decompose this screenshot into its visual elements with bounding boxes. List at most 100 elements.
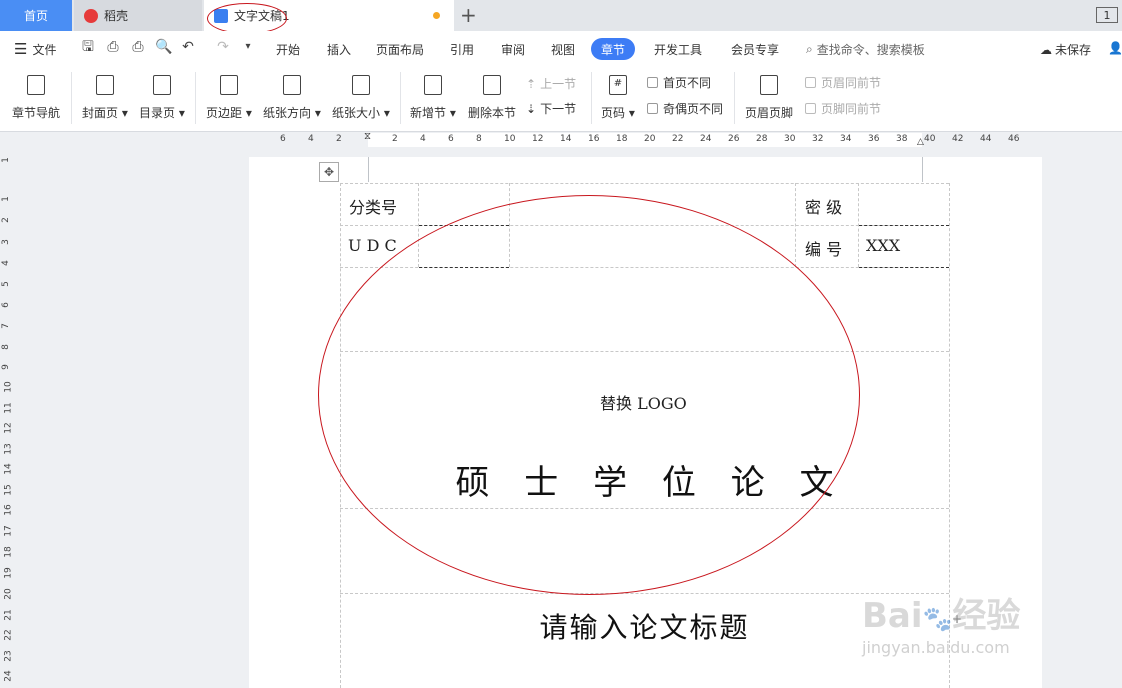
delete-section-label: 删除本节 bbox=[468, 106, 517, 120]
page-number-label: 页码 ▾ bbox=[601, 106, 635, 120]
cloud-icon: ☁ bbox=[1040, 42, 1052, 57]
command-search[interactable]: ⌕ 查找命令、搜索模板 bbox=[806, 41, 925, 58]
ruler-tick-label: 26 bbox=[728, 134, 740, 144]
paper-size-button[interactable]: 纸张大小 ▾ bbox=[332, 72, 390, 121]
tab-daoke[interactable]: 稻壳 bbox=[74, 0, 202, 31]
vertical-ruler-tick-label: 23 bbox=[3, 650, 14, 662]
menu-developer[interactable]: 开发工具 bbox=[654, 41, 702, 58]
vertical-ruler-tick-label: 4 bbox=[0, 260, 11, 266]
vertical-ruler-tick-label: 24 bbox=[3, 670, 14, 682]
header-footer-button[interactable]: 页眉页脚 bbox=[745, 72, 793, 121]
ruler-tick-label: 42 bbox=[952, 134, 964, 144]
redo-icon[interactable]: ↷ bbox=[215, 39, 231, 55]
export-pdf-icon[interactable]: ⎙ bbox=[105, 39, 121, 55]
table-border bbox=[340, 593, 949, 594]
vertical-ruler-tick-label: 22 bbox=[3, 629, 14, 641]
watermark-url: jingyan.baidu.com bbox=[862, 638, 1010, 657]
vertical-ruler-tick-label: 16 bbox=[3, 504, 14, 516]
footer-same-as-previous-checkbox[interactable]: 页脚同前节 bbox=[805, 100, 881, 117]
serial-number-value[interactable]: XXX bbox=[866, 236, 900, 255]
margin-icon bbox=[216, 72, 242, 98]
next-section-label: 下一节 bbox=[540, 102, 577, 116]
vertical-ruler-tick-label: 1 bbox=[0, 157, 11, 163]
section-nav-icon bbox=[23, 72, 49, 98]
toc-page-icon bbox=[149, 72, 175, 98]
orientation-icon bbox=[279, 72, 305, 98]
ruler-tick-label: 18 bbox=[616, 134, 628, 144]
ruler-tick-label: 12 bbox=[532, 134, 544, 144]
vertical-ruler-tick-label: 17 bbox=[3, 525, 14, 537]
cover-page-label: 封面页 ▾ bbox=[82, 106, 128, 120]
field-underline bbox=[859, 267, 949, 268]
vertical-ruler-tick-label: 1 bbox=[0, 196, 11, 202]
orientation-button[interactable]: 纸张方向 ▾ bbox=[263, 72, 321, 121]
new-section-icon bbox=[420, 72, 446, 98]
section-nav-button[interactable]: 章节导航 bbox=[12, 72, 60, 121]
print-preview-icon[interactable]: 🔍 bbox=[155, 39, 172, 55]
new-section-label: 新增节 ▾ bbox=[410, 106, 456, 120]
ruler-tick-label: 38 bbox=[896, 134, 908, 144]
checkbox-icon bbox=[647, 77, 658, 88]
baidu-watermark: Bai🐾经验 bbox=[862, 588, 1020, 637]
section-nav-label: 章节导航 bbox=[12, 106, 61, 120]
vertical-ruler-tick-label: 8 bbox=[0, 344, 11, 350]
new-section-button[interactable]: 新增节 ▾ bbox=[410, 72, 456, 121]
udc-label: U D C bbox=[348, 236, 397, 255]
vertical-ruler-tick-label: 15 bbox=[3, 484, 14, 496]
file-menu[interactable]: ☰ 文件 bbox=[14, 40, 56, 58]
vertical-ruler-tick-label: 9 bbox=[0, 364, 11, 370]
new-tab-button[interactable]: + bbox=[460, 3, 477, 27]
ruler-tick-label: 46 bbox=[1008, 134, 1020, 144]
odd-even-different-checkbox[interactable]: 奇偶页不同 bbox=[647, 100, 723, 117]
file-menu-label: 文件 bbox=[32, 42, 57, 57]
checkbox-checked-icon bbox=[805, 77, 816, 88]
unsaved-dot bbox=[433, 12, 440, 19]
hamburger-icon: ☰ bbox=[14, 40, 28, 58]
quick-access-dropdown-icon[interactable]: ▾ bbox=[240, 39, 256, 55]
menu-page-layout[interactable]: 页面布局 bbox=[376, 41, 424, 58]
menu-member[interactable]: 会员专享 bbox=[731, 41, 779, 58]
menu-view[interactable]: 视图 bbox=[551, 41, 575, 58]
ruler-tick-label: 2 bbox=[392, 134, 398, 144]
prev-section-button[interactable]: ⇡ 上一节 bbox=[526, 75, 576, 92]
first-page-different-checkbox[interactable]: 首页不同 bbox=[647, 74, 711, 91]
undo-icon[interactable]: ↶ bbox=[180, 39, 196, 55]
tab-home[interactable]: 首页 bbox=[0, 0, 72, 31]
paw-icon: 🐾 bbox=[922, 605, 953, 633]
menu-start[interactable]: 开始 bbox=[276, 41, 300, 58]
ruler-tick-label: 14 bbox=[560, 134, 572, 144]
orientation-label: 纸张方向 ▾ bbox=[263, 106, 321, 120]
vertical-ruler-tick-label: 12 bbox=[3, 422, 14, 434]
cover-page-button[interactable]: 封面页 ▾ bbox=[82, 72, 128, 121]
page-number-button[interactable]: # 页码 ▾ bbox=[601, 72, 635, 121]
toc-page-label: 目录页 ▾ bbox=[139, 106, 185, 120]
print-icon[interactable]: ⎙ bbox=[130, 39, 146, 55]
margin-button[interactable]: 页边距 ▾ bbox=[206, 72, 252, 121]
ruler-tick-label: 6 bbox=[280, 134, 286, 144]
divider bbox=[734, 72, 735, 124]
thesis-title-placeholder[interactable]: 请输入论文标题 bbox=[340, 606, 949, 646]
ruler-tick-label: 30 bbox=[784, 134, 796, 144]
vertical-ruler-tick-label: 7 bbox=[0, 323, 11, 329]
next-section-button[interactable]: ⇣ 下一节 bbox=[526, 100, 576, 117]
delete-section-button[interactable]: 删除本节 bbox=[468, 72, 516, 121]
toc-page-button[interactable]: 目录页 ▾ bbox=[139, 72, 185, 121]
header-same-label: 页眉同前节 bbox=[821, 76, 882, 90]
vertical-ruler-tick-label: 5 bbox=[0, 281, 11, 287]
menu-references[interactable]: 引用 bbox=[450, 41, 474, 58]
share-icon[interactable]: 👤 bbox=[1108, 41, 1122, 55]
save-status[interactable]: ☁ 未保存 bbox=[1040, 41, 1091, 58]
vertical-ruler-tick-label: 14 bbox=[3, 463, 14, 475]
vertical-ruler[interactable] bbox=[0, 148, 16, 688]
menu-review[interactable]: 审阅 bbox=[501, 41, 525, 58]
save-status-label: 未保存 bbox=[1055, 43, 1092, 57]
save-icon[interactable]: 🖫 bbox=[80, 39, 96, 55]
menu-section[interactable]: 章节 bbox=[591, 38, 635, 60]
right-indent-marker-icon[interactable]: △ bbox=[917, 137, 924, 147]
menu-insert[interactable]: 插入 bbox=[327, 41, 351, 58]
table-move-handle-icon[interactable]: ✥ bbox=[319, 162, 339, 182]
window-count-badge[interactable]: 1 bbox=[1096, 7, 1118, 23]
header-same-as-previous-checkbox[interactable]: 页眉同前节 bbox=[805, 74, 881, 91]
indent-marker-icon[interactable]: ⧖ bbox=[364, 131, 371, 142]
table-border bbox=[795, 183, 796, 267]
